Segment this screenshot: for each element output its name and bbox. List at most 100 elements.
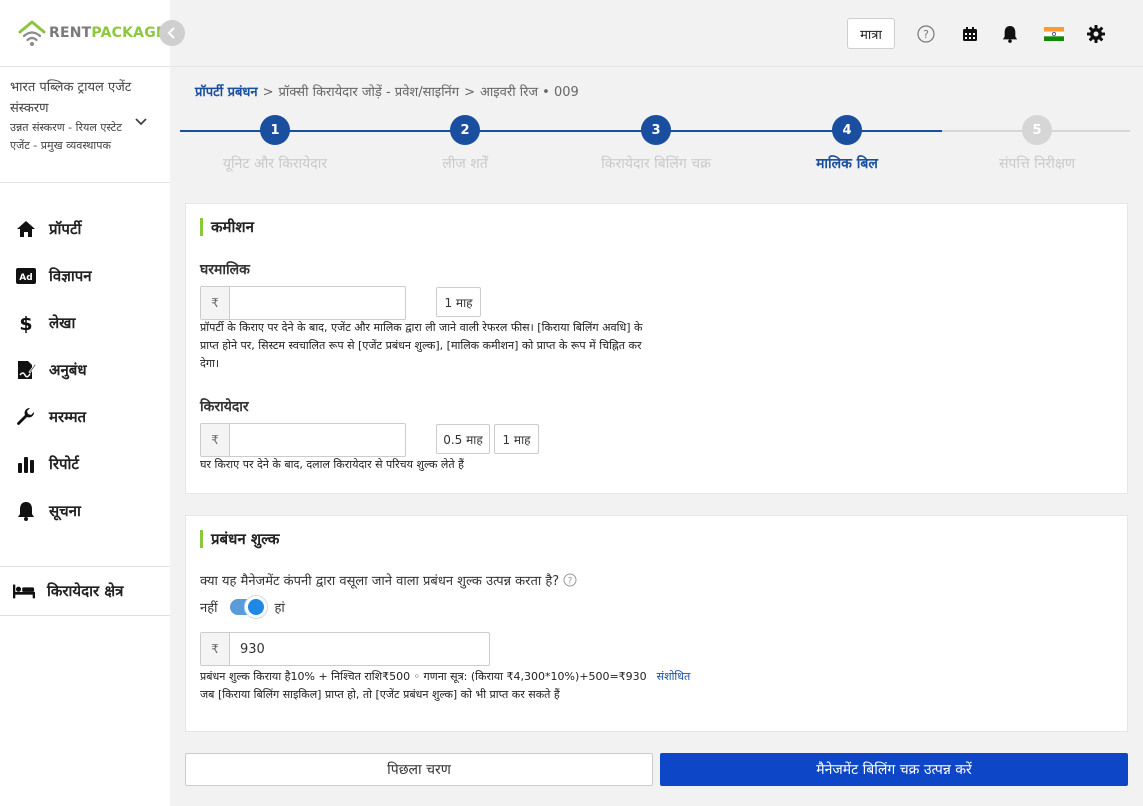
sidebar-nav: प्रॉपर्टी Ad विज्ञापन $ लेखा अनुबंध मरम्… bbox=[0, 205, 170, 534]
landlord-commission-value[interactable] bbox=[230, 287, 405, 319]
logo-text: RENTPACKAGE bbox=[49, 25, 166, 41]
edit-formula-link[interactable]: संशोधित bbox=[657, 670, 691, 683]
breadcrumb-root-link[interactable]: प्रॉपर्टी प्रबंधन bbox=[195, 85, 258, 100]
landlord-commission-input[interactable]: ₹ bbox=[200, 286, 406, 320]
tenant-help-text: घर किराए पर देने के बाद, दलाल किरायेदार … bbox=[200, 458, 464, 471]
wrench-icon bbox=[15, 406, 37, 428]
sidebar-item-contracts[interactable]: अनुबंध bbox=[0, 346, 170, 393]
step-4[interactable]: 4 मालिक बिल bbox=[752, 115, 942, 173]
tenant-commission-value[interactable] bbox=[230, 424, 405, 456]
india-flag-icon[interactable] bbox=[1042, 26, 1066, 42]
step-2[interactable]: 2 लीज शर्तें bbox=[370, 115, 560, 173]
sidebar-item-label: प्रॉपर्टी bbox=[49, 219, 82, 238]
svg-text:?: ? bbox=[568, 577, 573, 587]
contract-icon bbox=[15, 359, 37, 381]
step-label: यूनिट और किरायेदार bbox=[222, 156, 328, 172]
generate-billing-cycle-button[interactable]: मैनेजमेंट बिलिंग चक्र उत्पन्न करें bbox=[660, 753, 1128, 786]
calendar-icon[interactable] bbox=[960, 24, 980, 44]
sidebar-item-tenant-zone[interactable]: किरायेदार क्षेत्र bbox=[0, 566, 170, 616]
ad-icon: Ad bbox=[15, 265, 37, 287]
svg-text:?: ? bbox=[923, 28, 929, 41]
step-number: 4 bbox=[832, 115, 862, 145]
management-fee-toggle-row: नहीं हां bbox=[200, 596, 285, 618]
org-name: भारत पब्लिक ट्रायल एजेंट संस्करण bbox=[10, 80, 132, 116]
help-icon[interactable]: ? bbox=[916, 24, 936, 44]
tenant-commission-input[interactable]: ₹ bbox=[200, 423, 406, 457]
step-label: संपत्ति निरीक्षण bbox=[998, 156, 1076, 172]
progress-stepper: 1 यूनिट और किरायेदार 2 लीज शर्तें 3 किरा… bbox=[180, 115, 1130, 185]
sidebar-item-label: रिपोर्ट bbox=[49, 454, 79, 473]
currency-prefix: ₹ bbox=[201, 424, 230, 456]
commission-card: कमीशन घरमालिक ₹ 1 माह प्रॉपर्टी के किराए… bbox=[185, 203, 1128, 494]
breadcrumb-separator: > bbox=[464, 85, 475, 100]
breadcrumb-step: प्रॉक्सी किरायेदार जोड़ें - प्रवेश/साइनि… bbox=[278, 85, 460, 100]
toggle-off-label: नहीं bbox=[200, 601, 218, 616]
step-label: लीज शर्तें bbox=[442, 156, 488, 172]
tenant-1-month-chip[interactable]: 1 माह bbox=[494, 424, 539, 454]
management-fee-value[interactable]: 930 bbox=[230, 633, 489, 665]
landlord-1-month-chip[interactable]: 1 माह bbox=[436, 287, 481, 317]
sidebar-item-ads[interactable]: Ad विज्ञापन bbox=[0, 252, 170, 299]
step-label: मालिक बिल bbox=[816, 156, 878, 172]
svg-text:Ad: Ad bbox=[19, 273, 32, 283]
toggle-on-label: हां bbox=[274, 601, 285, 616]
sidebar-item-label: विज्ञापन bbox=[49, 266, 92, 285]
notification-bell-icon[interactable] bbox=[1000, 24, 1020, 44]
sidebar-item-property[interactable]: प्रॉपर्टी bbox=[0, 205, 170, 252]
formula-text: प्रबंधन शुल्क किराया है10% + निश्चित राश… bbox=[200, 670, 647, 683]
bar-chart-icon bbox=[15, 453, 37, 475]
step-number: 1 bbox=[260, 115, 290, 145]
sidebar-item-label: किरायेदार क्षेत्र bbox=[47, 582, 124, 600]
sidebar-collapse-button[interactable] bbox=[159, 20, 185, 46]
divider bbox=[0, 66, 170, 67]
currency-prefix: ₹ bbox=[201, 287, 230, 319]
step-number: 2 bbox=[450, 115, 480, 145]
step-number: 3 bbox=[641, 115, 671, 145]
breadcrumb-current: आइवरी रिज • 009 bbox=[480, 85, 579, 100]
chevron-left-icon bbox=[167, 27, 175, 39]
sidebar-item-accounts[interactable]: $ लेखा bbox=[0, 299, 170, 346]
landlord-help-text: प्रॉपर्टी के किराए पर देने के बाद, एजेंट… bbox=[200, 321, 643, 370]
bed-icon bbox=[13, 580, 35, 602]
chevron-down-icon[interactable] bbox=[134, 117, 148, 127]
org-switcher[interactable]: भारत पब्लिक ट्रायल एजेंट संस्करण उन्नत स… bbox=[10, 77, 160, 155]
currency-prefix: ₹ bbox=[201, 633, 230, 665]
section-title: प्रबंधन शुल्क bbox=[200, 530, 279, 548]
step-3[interactable]: 3 किरायेदार बिलिंग चक्र bbox=[561, 115, 751, 173]
tenant-half-month-chip[interactable]: 0.5 माह bbox=[436, 424, 490, 454]
landlord-label: घरमालिक bbox=[200, 262, 250, 278]
dollar-icon: $ bbox=[15, 312, 37, 334]
sidebar-item-label: लेखा bbox=[49, 313, 76, 332]
sidebar-item-notifications[interactable]: सूचना bbox=[0, 487, 170, 534]
step-1[interactable]: 1 यूनिट और किरायेदार bbox=[180, 115, 370, 173]
breadcrumb: प्रॉपर्टी प्रबंधन > प्रॉक्सी किरायेदार जोड… bbox=[195, 82, 579, 100]
org-subtitle: उन्नत संस्करण - रियल एस्टेट एजेंट - प्रम… bbox=[10, 121, 122, 152]
home-icon bbox=[15, 218, 37, 240]
management-fee-formula: प्रबंधन शुल्क किराया है10% + निश्चित राश… bbox=[200, 668, 900, 686]
sidebar-item-label: सूचना bbox=[49, 501, 81, 520]
previous-step-button[interactable]: पिछला चरण bbox=[185, 753, 653, 786]
divider bbox=[0, 182, 170, 183]
rentpackage-logo-icon bbox=[18, 20, 46, 46]
management-fee-input[interactable]: ₹ 930 bbox=[200, 632, 490, 666]
sidebar: RENTPACKAGE भारत पब्लिक ट्रायल एजेंट संस… bbox=[0, 0, 170, 806]
management-fee-toggle[interactable] bbox=[229, 596, 267, 618]
section-title: कमीशन bbox=[200, 218, 254, 236]
quantity-button[interactable]: मात्रा bbox=[847, 18, 895, 49]
sidebar-item-label: अनुबंध bbox=[49, 360, 87, 379]
breadcrumb-separator: > bbox=[262, 85, 274, 100]
step-number: 5 bbox=[1022, 115, 1052, 145]
management-fee-question: क्या यह मैनेजमेंट कंपनी द्वारा वसूला जान… bbox=[200, 571, 577, 589]
help-icon[interactable]: ? bbox=[563, 573, 577, 587]
step-5[interactable]: 5 संपत्ति निरीक्षण bbox=[942, 115, 1132, 173]
toggle-knob bbox=[244, 596, 267, 618]
tenant-label: किरायेदार bbox=[200, 399, 249, 415]
bell-icon bbox=[15, 500, 37, 522]
settings-gear-icon[interactable] bbox=[1086, 24, 1106, 44]
sidebar-item-repairs[interactable]: मरम्मत bbox=[0, 393, 170, 440]
management-fee-note: जब [किराया बिलिंग साइकिल] प्राप्त हो, तो… bbox=[200, 688, 560, 701]
step-label: किरायेदार बिलिंग चक्र bbox=[601, 156, 711, 172]
top-bar: मात्रा ? bbox=[170, 0, 1143, 67]
sidebar-item-reports[interactable]: रिपोर्ट bbox=[0, 440, 170, 487]
logo[interactable]: RENTPACKAGE bbox=[18, 18, 166, 48]
